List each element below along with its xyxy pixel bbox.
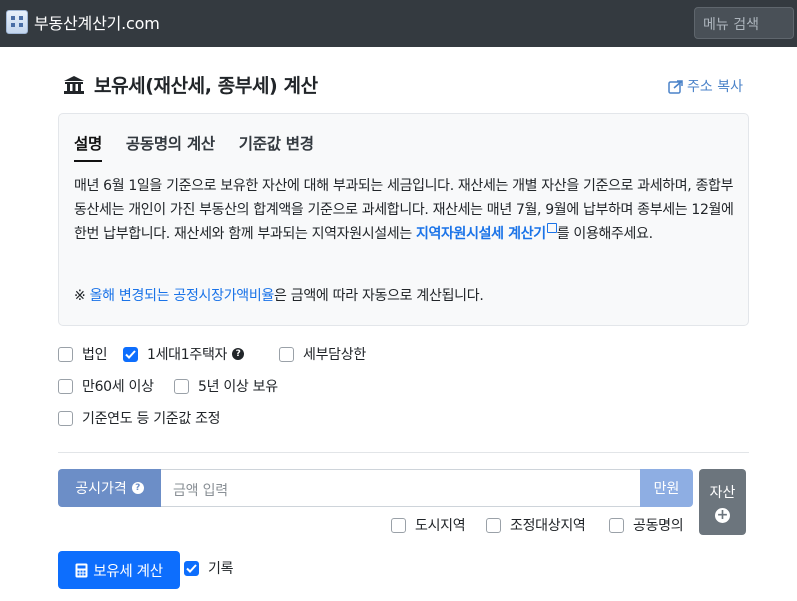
corporate-checkbox[interactable]: 법인 [58,344,107,364]
joint-ownership-label: 공동명의 [633,518,684,534]
hold5-label: 5년 이상 보유 [198,379,278,395]
checkbox-box[interactable] [279,346,294,362]
price-input-group: 공시가격 ? 금액 입력 만원 [58,469,693,507]
amount-input[interactable]: 금액 입력 [161,469,640,507]
tab-joint-ownership[interactable]: 공동명의 계산 [126,132,215,162]
urban-area-checkbox[interactable]: 도시지역 [391,515,466,535]
age60-checkbox[interactable]: 만60세 이상 [58,376,154,396]
note-prefix: ※ [74,288,90,304]
note-suffix: 은 금액에 따라 자동으로 계산됩니다. [274,288,484,304]
checkbox-box[interactable] [486,517,501,533]
checkbox-box[interactable] [58,346,73,362]
description-text: 매년 6월 1일을 기준으로 보유한 자산에 대해 부과되는 세금입니다. 재산… [74,174,739,246]
hold5-checkbox[interactable]: 5년 이상 보유 [174,376,278,396]
page-title-row: 보유세(재산세, 종부세) 계산 [63,71,318,98]
one-house-label: 1세대1주택자 [147,347,228,363]
copy-url-link[interactable]: 주소 복사 [668,76,743,96]
navbar: 부동산계산기.com 메뉴 검색 [0,0,797,47]
checkbox-box-checked[interactable] [184,560,199,576]
calculator-icon [75,563,88,577]
record-checkbox[interactable]: 기록 [184,558,233,578]
tab-description[interactable]: 설명 [74,132,102,162]
help-icon[interactable]: ? [232,348,245,360]
calculate-button-label: 보유세 계산 [93,563,163,580]
joint-ownership-checkbox[interactable]: 공동명의 [609,515,684,535]
note-text: ※ 올해 변경되는 공정시장가액비율은 금액에 따라 자동으로 계산됩니다. [74,285,484,305]
external-link-icon [546,223,557,233]
checkbox-box[interactable] [609,517,624,533]
description-suffix: 를 이용해주세요. [556,226,653,242]
regional-resource-tax-link[interactable]: 지역자원시설세 계산기 [415,223,557,242]
add-asset-label: 자산 [709,485,736,501]
official-price-label: 공시가격 ? [58,469,161,507]
calculate-button[interactable]: 보유세 계산 [58,551,180,589]
copy-url-label: 주소 복사 [687,79,743,95]
checkbox-box[interactable] [174,378,189,394]
calculator-logo-icon [6,10,28,34]
one-house-checkbox[interactable]: 1세대1주택자 ? [123,344,245,364]
add-asset-button[interactable]: 자산 + [699,469,746,535]
plus-icon: + [715,507,730,523]
info-tabs: 설명 공동명의 계산 기준값 변경 [74,132,338,162]
checkbox-box[interactable] [391,517,406,533]
tab-base-values[interactable]: 기준값 변경 [239,132,314,162]
brand[interactable]: 부동산계산기.com [6,10,160,34]
checkbox-box-checked[interactable] [123,346,138,362]
burden-cap-label: 세부담상한 [303,347,366,363]
urban-area-label: 도시지역 [415,518,466,534]
official-price-label-text: 공시가격 [75,481,127,497]
divider [58,452,749,453]
menu-search-input[interactable]: 메뉴 검색 [694,7,794,39]
fair-market-ratio-link[interactable]: 올해 변경되는 공정시장가액비율 [90,288,275,304]
unit-label: 만원 [640,469,693,507]
corporate-label: 법인 [82,347,108,363]
brand-text: 부동산계산기.com [34,14,160,33]
regulated-area-checkbox[interactable]: 조정대상지역 [486,515,586,535]
adjust-base-checkbox[interactable]: 기준연도 등 기준값 조정 [58,408,221,428]
bank-icon [64,75,84,94]
regulated-area-label: 조정대상지역 [510,518,586,534]
adjust-base-label: 기준연도 등 기준값 조정 [82,411,221,427]
checkbox-box[interactable] [58,410,73,426]
regional-resource-tax-link-text: 지역자원시설세 계산기 [415,226,546,242]
checkbox-box[interactable] [58,378,73,394]
burden-cap-checkbox[interactable]: 세부담상한 [279,344,366,364]
check-icon [125,349,136,359]
record-label: 기록 [208,561,234,577]
share-icon [668,79,683,94]
age60-label: 만60세 이상 [82,379,154,395]
page-title: 보유세(재산세, 종부세) 계산 [94,75,318,97]
info-card: 설명 공동명의 계산 기준값 변경 매년 6월 1일을 기준으로 보유한 자산에… [58,113,749,326]
check-icon [186,563,197,573]
help-icon[interactable]: ? [131,482,144,494]
